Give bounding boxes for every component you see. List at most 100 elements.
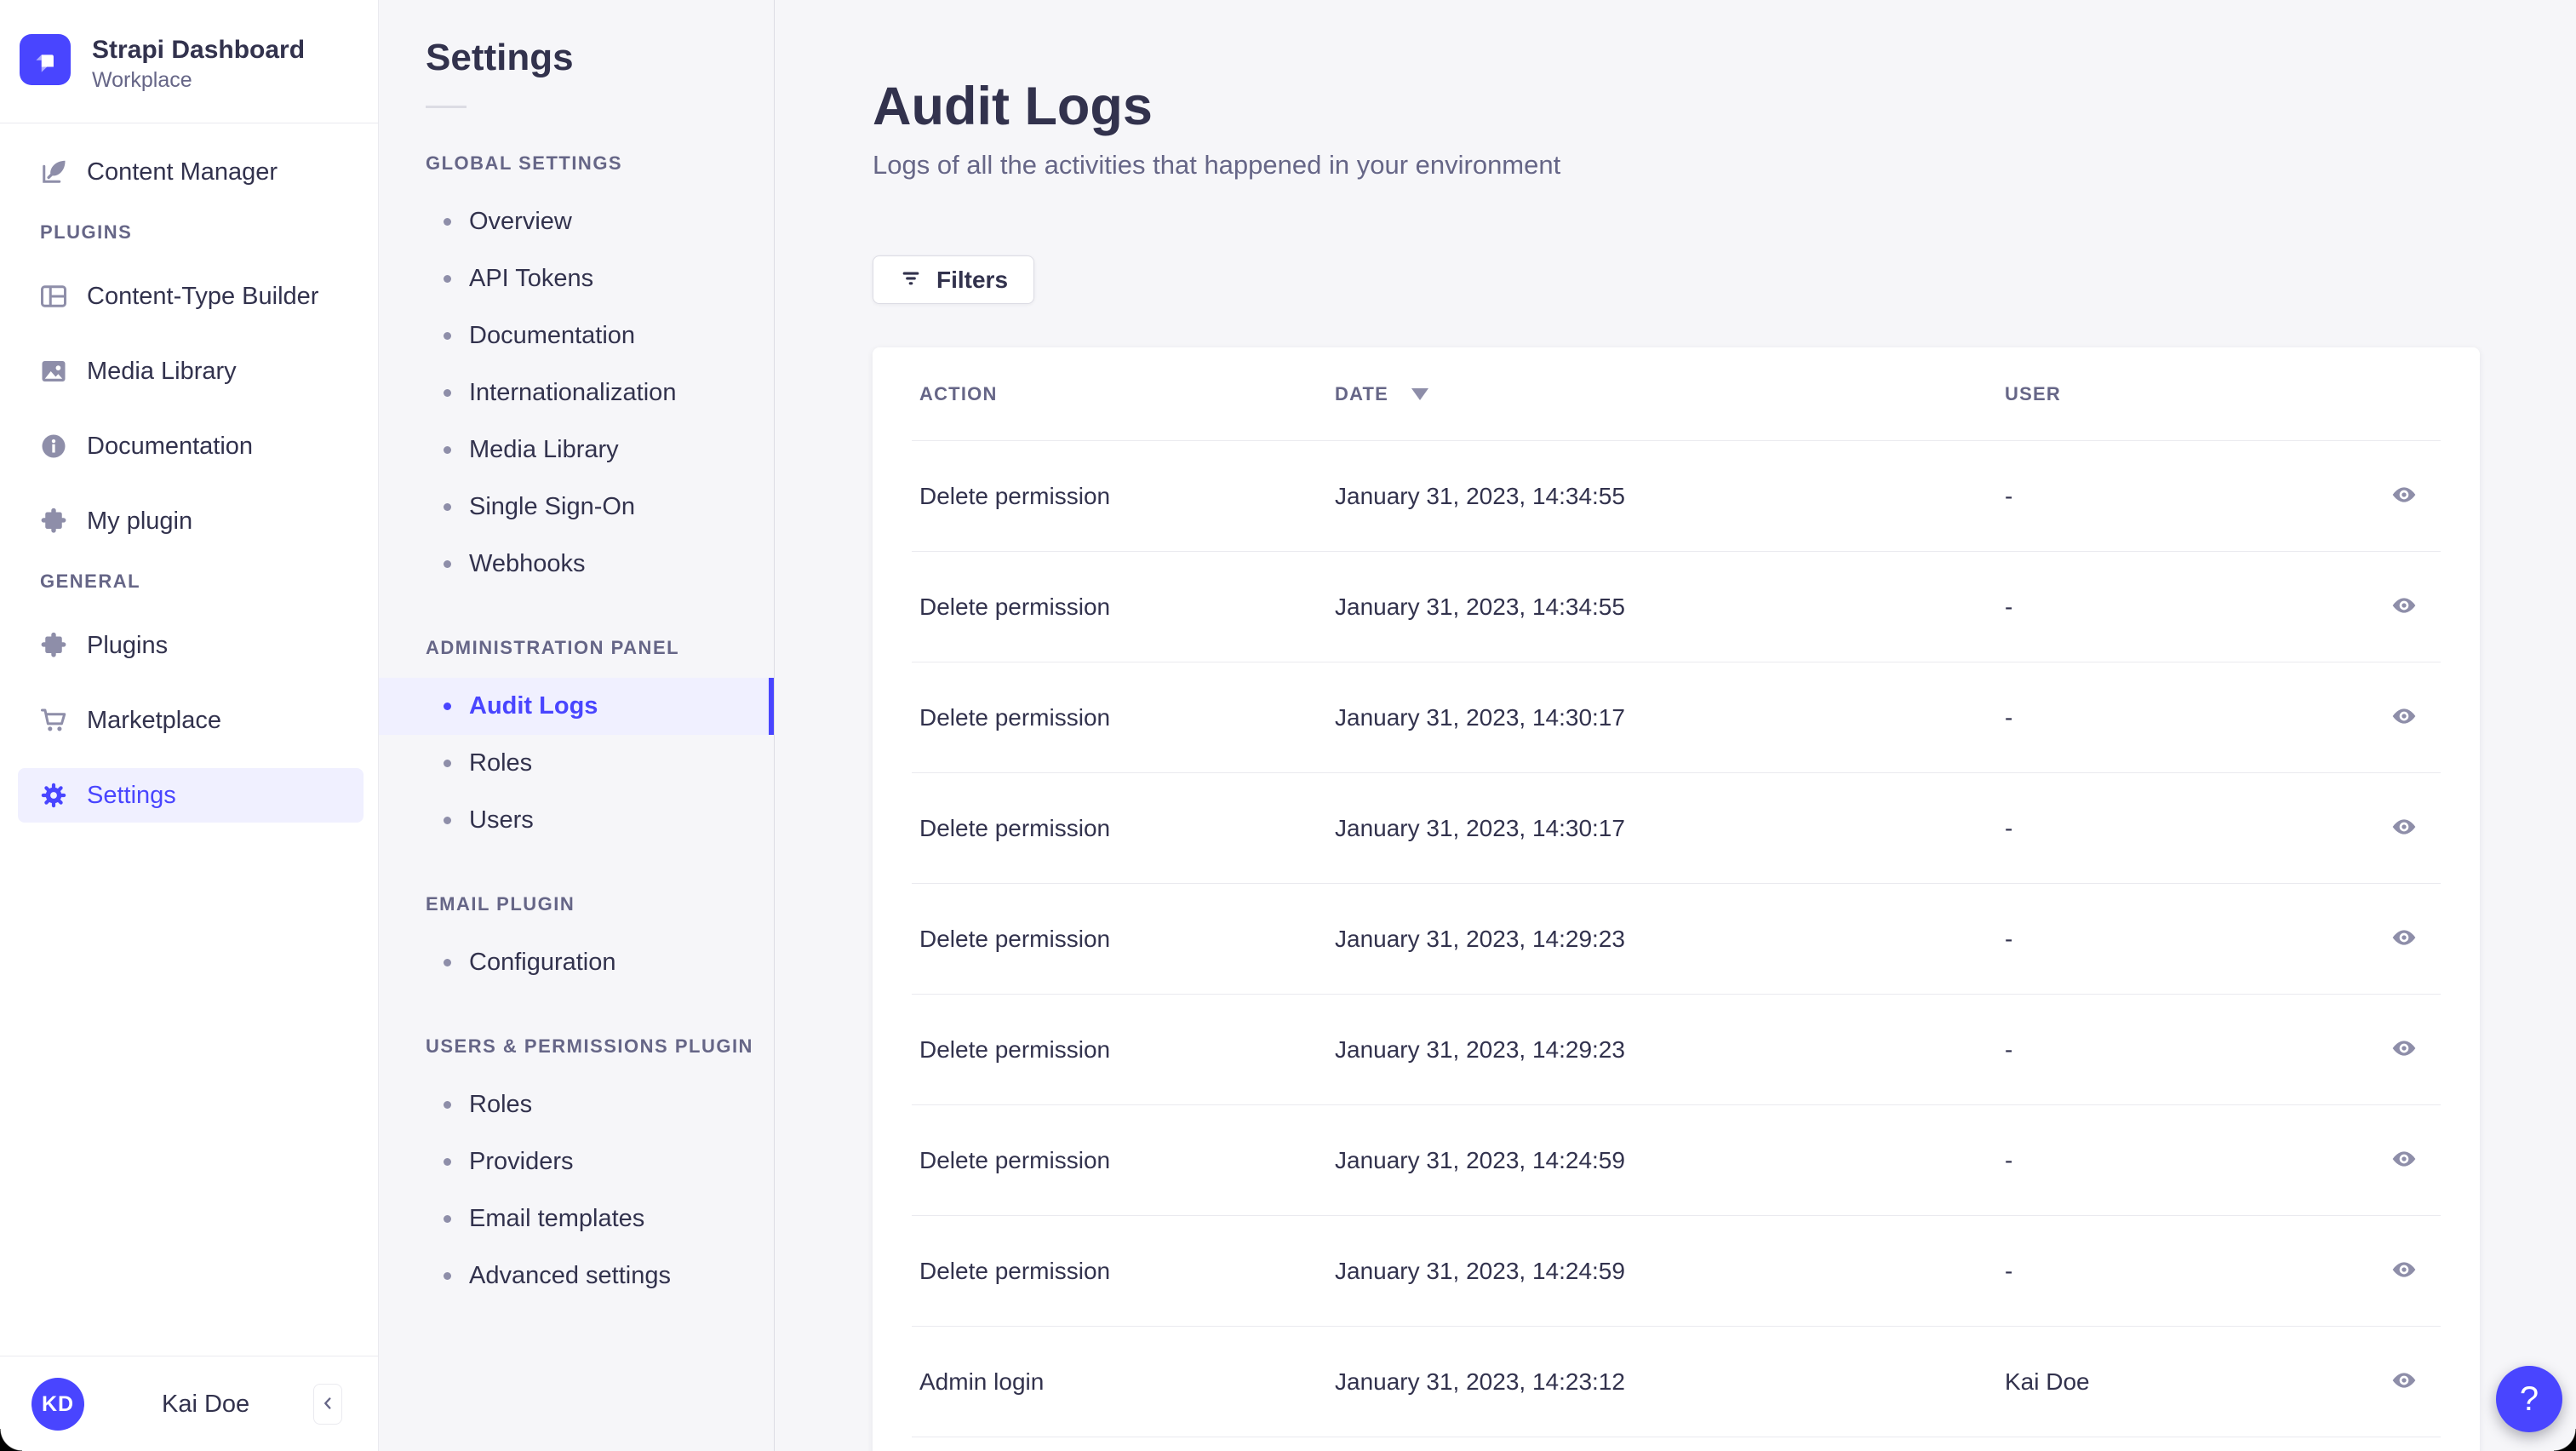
picture-icon [38, 356, 69, 387]
column-header-user: USER [2005, 382, 2061, 404]
cell-date: January 31, 2023, 14:30:17 [1335, 703, 1625, 731]
sidebar-item-documentation[interactable]: Documentation [18, 419, 364, 473]
table-row: Delete permission January 31, 2023, 14:3… [912, 662, 2441, 773]
cell-user: - [2005, 703, 2013, 731]
bullet-icon [444, 1101, 451, 1109]
subnav-item-internationalization[interactable]: Internationalization [379, 364, 774, 422]
sidebar-item-plugins[interactable]: Plugins [18, 618, 364, 673]
sidebar-item-label: Media Library [87, 357, 237, 385]
subnav-item-media-library[interactable]: Media Library [379, 422, 774, 479]
sidebar-item-label: Documentation [87, 432, 254, 460]
nav-section-general: GENERAL [40, 571, 141, 592]
view-log-button[interactable] [2384, 919, 2424, 960]
bullet-icon [444, 332, 451, 340]
collapse-sidebar-button[interactable] [313, 1384, 342, 1425]
bullet-icon [444, 1272, 451, 1280]
eye-icon [2390, 1145, 2418, 1175]
bullet-icon [444, 959, 451, 966]
cell-user: - [2005, 925, 2013, 952]
cell-action: Admin login [919, 1368, 1045, 1395]
cell-action: Delete permission [919, 814, 1111, 841]
main-content: Audit Logs Logs of all the activities th… [775, 0, 2576, 1451]
subnav-item-api-tokens[interactable]: API Tokens [379, 250, 774, 307]
cell-action: Delete permission [919, 925, 1111, 952]
cell-date: January 31, 2023, 14:24:59 [1335, 1146, 1625, 1173]
main-sidebar: Strapi Dashboard Workplace Content Manag… [0, 0, 379, 1451]
subnav-item-audit-logs[interactable]: Audit Logs [379, 678, 774, 735]
subnav-item-overview[interactable]: Overview [379, 193, 774, 250]
subnav-item-single-sign-on[interactable]: Single Sign-On [379, 479, 774, 536]
cell-user: - [2005, 482, 2013, 509]
eye-icon [2390, 592, 2418, 622]
avatar[interactable]: KD [31, 1378, 84, 1431]
view-log-button[interactable] [2384, 1251, 2424, 1292]
view-log-button[interactable] [2384, 587, 2424, 628]
subnav-section-global-settings: GLOBAL SETTINGS [426, 152, 623, 174]
sidebar-item-label: Content Manager [87, 158, 278, 186]
cell-user: - [2005, 593, 2013, 620]
sidebar-item-content-manager[interactable]: Content Manager [18, 145, 364, 199]
bullet-icon [444, 218, 451, 226]
view-log-button[interactable] [2384, 808, 2424, 849]
sidebar-item-label: Settings [87, 781, 176, 809]
cell-user: - [2005, 1257, 2013, 1284]
cell-user: - [2005, 1035, 2013, 1063]
bullet-icon [444, 503, 451, 511]
help-button[interactable]: ? [2496, 1366, 2562, 1432]
subnav-divider [426, 106, 467, 108]
subnav-item-documentation[interactable]: Documentation [379, 307, 774, 364]
view-log-button[interactable] [2384, 476, 2424, 517]
subnav-section-administration-panel: ADMINISTRATION PANEL [426, 637, 680, 658]
bullet-icon [444, 560, 451, 568]
table-row: Delete permission January 31, 2023, 14:3… [912, 441, 2441, 552]
nav-section-plugins: PLUGINS [40, 221, 133, 243]
settings-subnav: Settings GLOBAL SETTINGS Overview API To… [379, 0, 775, 1451]
subnav-item-advanced-settings[interactable]: Advanced settings [379, 1247, 774, 1305]
sidebar-item-content-type-builder[interactable]: Content-Type Builder [18, 269, 364, 324]
cell-date: January 31, 2023, 14:30:17 [1335, 814, 1625, 841]
info-icon [38, 431, 69, 462]
subnav-item-email-templates[interactable]: Email templates [379, 1190, 774, 1247]
sidebar-item-label: Plugins [87, 631, 169, 659]
eye-icon [2390, 813, 2418, 843]
cell-date: January 31, 2023, 14:29:23 [1335, 1035, 1625, 1063]
filters-button[interactable]: Filters [873, 255, 1035, 304]
gear-icon [38, 780, 69, 811]
subnav-item-roles[interactable]: Roles [379, 735, 774, 792]
cell-user: - [2005, 1146, 2013, 1173]
cell-user: - [2005, 814, 2013, 841]
pen-icon [38, 157, 69, 187]
sidebar-item-label: Marketplace [87, 706, 221, 734]
sidebar-item-media-library[interactable]: Media Library [18, 344, 364, 399]
user-name: Kai Doe [162, 1390, 250, 1418]
bullet-icon [444, 817, 451, 824]
bullet-icon [444, 703, 451, 710]
puzzle-icon [38, 630, 69, 661]
column-header-date[interactable]: DATE [1335, 383, 2005, 405]
subnav-item-providers[interactable]: Providers [379, 1133, 774, 1190]
sidebar-item-label: My plugin [87, 507, 193, 535]
table-row: Delete permission January 31, 2023, 14:3… [912, 773, 2441, 884]
sidebar-item-marketplace[interactable]: Marketplace [18, 693, 364, 748]
subnav-item-users[interactable]: Users [379, 792, 774, 849]
cell-date: January 31, 2023, 14:29:23 [1335, 925, 1625, 952]
bullet-icon [444, 446, 451, 454]
view-log-button[interactable] [2384, 1140, 2424, 1181]
sidebar-item-settings[interactable]: Settings [18, 768, 364, 823]
subnav-item-configuration[interactable]: Configuration [379, 934, 774, 991]
table-row: Delete permission January 31, 2023, 14:2… [912, 1105, 2441, 1216]
view-log-button[interactable] [2384, 697, 2424, 738]
sidebar-item-label: Content-Type Builder [87, 282, 319, 310]
bullet-icon [444, 1215, 451, 1223]
eye-icon [2390, 481, 2418, 511]
puzzle-icon [38, 506, 69, 536]
cell-action: Delete permission [919, 1146, 1111, 1173]
subnav-item-webhooks[interactable]: Webhooks [379, 536, 774, 593]
sidebar-item-my-plugin[interactable]: My plugin [18, 494, 364, 548]
audit-logs-table: ACTION DATE USER Delete permission Janua… [873, 347, 2480, 1451]
table-row: Delete permission January 31, 2023, 14:2… [912, 884, 2441, 995]
view-log-button[interactable] [2384, 1362, 2424, 1402]
cell-date: January 31, 2023, 14:23:12 [1335, 1368, 1625, 1395]
view-log-button[interactable] [2384, 1029, 2424, 1070]
subnav-item-up-roles[interactable]: Roles [379, 1076, 774, 1133]
